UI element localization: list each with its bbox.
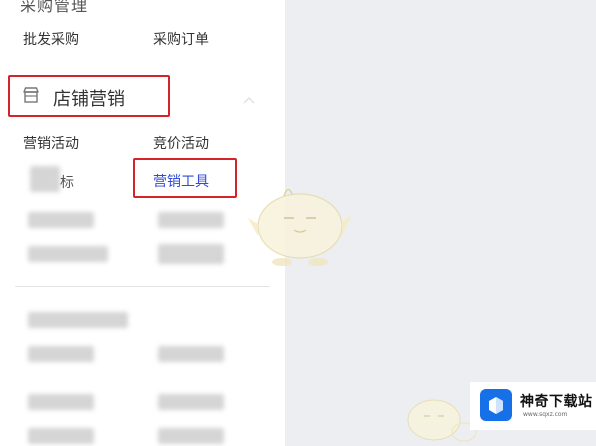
mascot-watermark-icon: [407, 399, 477, 442]
watermark-title: 神奇下载站: [520, 394, 593, 410]
chevron-up-icon[interactable]: [242, 90, 256, 104]
purchase-section-header[interactable]: 采购管理: [0, 0, 285, 14]
sidebar-item-marketing-tools[interactable]: 营销工具: [153, 171, 209, 191]
blurred-text: [158, 346, 224, 362]
sidebar-item-bidding-activities[interactable]: 竞价活动: [153, 133, 209, 153]
blurred-text: [158, 212, 224, 228]
mascot-watermark-icon: [248, 188, 352, 266]
store-marketing-header[interactable]: 店铺营销: [8, 75, 170, 117]
store-marketing-label: 店铺营销: [53, 89, 125, 110]
blurred-text: [28, 346, 94, 362]
blurred-text: [158, 244, 224, 264]
blurred-text: [30, 166, 60, 192]
site-logo: [480, 389, 512, 421]
shop-icon: [22, 86, 40, 104]
sidebar-item-purchase-orders[interactable]: 采购订单: [153, 29, 209, 49]
sidebar-item-marketing-activities[interactable]: 营销活动: [23, 133, 79, 153]
blurred-text: [28, 428, 94, 444]
blurred-text: [28, 246, 108, 262]
watermark-url: www.sqxz.com: [523, 411, 568, 418]
watermark-badge: 神奇下载站 www.sqxz.com: [470, 382, 596, 430]
sidebar-item-wholesale-purchase[interactable]: 批发采购: [23, 29, 79, 49]
blurred-text: [28, 394, 94, 410]
sidebar-item-partial-label[interactable]: 标: [60, 172, 74, 192]
blurred-text: [28, 312, 128, 328]
blurred-text: [158, 394, 224, 410]
sidebar: 采购管理 批发采购 采购订单 店铺营销 营销活动 竞价活动 标 营销工具: [0, 0, 285, 446]
divider: [15, 286, 270, 287]
blurred-text: [158, 428, 224, 444]
blurred-text: [28, 212, 94, 228]
purchase-section-label: 采购管理: [20, 0, 89, 14]
